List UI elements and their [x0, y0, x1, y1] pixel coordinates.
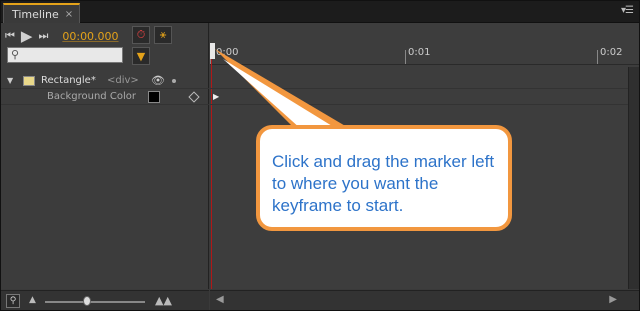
ruler-label-0: 0:00 [216, 47, 239, 58]
instruction-callout: Click and drag the marker left to where … [256, 125, 512, 231]
ruler-tick [597, 50, 598, 64]
element-name: Rectangle* [41, 75, 96, 86]
property-row[interactable]: Background Color [1, 89, 209, 105]
element-color-swatch [23, 75, 35, 86]
transport-controls: ⏮ ▶ ⏭ 00:00.000 [5, 27, 119, 45]
zoom-icon[interactable]: ⚲ [6, 294, 20, 308]
zoom-slider-thumb[interactable] [83, 296, 91, 306]
search-input[interactable]: ⚲ [7, 47, 123, 63]
property-label: Background Color [47, 91, 136, 102]
zoom-bar: ⚲ ▲ ▲▲ [1, 290, 209, 310]
go-to-start-icon[interactable]: ⏮ [5, 29, 15, 43]
timeline-panel: Timeline × ▾☰ ⏮ ▶ ⏭ 00:00.000 ⏱ ⚹ ⚲ ▼ ▼ … [0, 0, 640, 311]
close-icon[interactable]: × [65, 9, 73, 20]
ruler-label-2: 0:02 [600, 47, 623, 58]
timecode-display[interactable]: 00:00.000 [62, 30, 118, 43]
auto-keyframe-icon[interactable]: ⏱ [132, 26, 150, 44]
go-to-end-icon[interactable]: ⏭ [38, 29, 48, 43]
callout-text: Click and drag the marker left to where … [272, 152, 495, 215]
add-keyframe-icon[interactable] [188, 90, 200, 103]
play-icon[interactable]: ▶ [21, 27, 33, 45]
zoom-in-icon[interactable]: ▲▲ [155, 294, 172, 307]
ruler-tick [405, 50, 406, 64]
tab-bar: Timeline × ▾☰ [1, 1, 639, 23]
element-row[interactable]: ▼ Rectangle* <div> 👁 [1, 73, 209, 89]
tab-timeline[interactable]: Timeline × [3, 3, 81, 23]
eye-icon[interactable]: 👁 [151, 74, 165, 87]
scroll-left-icon[interactable]: ◀ [216, 294, 224, 305]
keyframe-marker-icon[interactable]: ▶ [213, 92, 219, 101]
scroll-right-icon[interactable]: ▶ [609, 294, 617, 305]
lock-toggle-dot[interactable] [172, 78, 176, 83]
element-tag: <div> [107, 75, 139, 86]
zoom-out-icon[interactable]: ▲ [29, 295, 36, 305]
playhead-marker[interactable] [210, 43, 215, 59]
search-icon: ⚲ [11, 48, 20, 61]
pin-icon[interactable]: ⚹ [154, 26, 172, 44]
vertical-scrollbar[interactable] [628, 67, 639, 289]
zoom-slider-track[interactable] [45, 301, 145, 303]
ruler-label-1: 0:01 [408, 47, 431, 58]
time-ruler[interactable]: 0:00 0:01 0:02 [210, 43, 639, 65]
horizontal-scrollbar[interactable]: ◀ ▶ [210, 290, 639, 310]
disclosure-triangle-icon[interactable]: ▼ [7, 76, 13, 85]
element-track [210, 73, 639, 89]
filter-icon[interactable]: ▼ [132, 47, 150, 65]
panel-menu-icon[interactable]: ▾☰ [621, 5, 634, 16]
property-track [210, 89, 639, 105]
layers-column: ⏮ ▶ ⏭ 00:00.000 ⏱ ⚹ ⚲ ▼ ▼ Rectangle* <di… [1, 23, 209, 289]
tab-title: Timeline [12, 7, 59, 21]
property-color-chip[interactable] [148, 90, 160, 103]
